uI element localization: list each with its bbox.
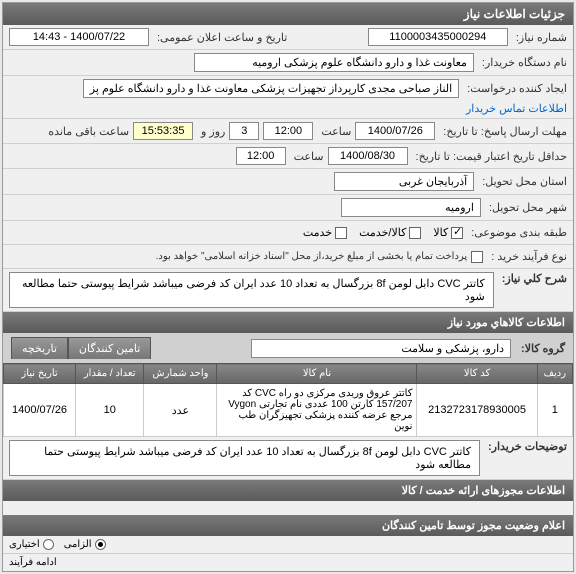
public-date-value: 1400/07/22 - 14:43 bbox=[9, 28, 149, 46]
checkbox-icon bbox=[409, 227, 421, 239]
opt-khadamat[interactable]: خدمت bbox=[303, 226, 347, 239]
radio-icon bbox=[95, 539, 106, 550]
row-options: الزامی اختیاری bbox=[3, 536, 573, 553]
remaining-label: ساعت باقی مانده bbox=[44, 125, 129, 138]
row-city: شهر محل تحویل: ارومیه bbox=[3, 195, 573, 221]
row-buyer: نام دستگاه خریدار: معاونت غذا و دارو دان… bbox=[3, 50, 573, 76]
row-process: نوع فرآیند خرید : پرداخت تمام یا بخشی از… bbox=[3, 245, 573, 269]
pack-label: طبقه بندی موضوعی: bbox=[467, 226, 567, 239]
creator-label: ایجاد کننده درخواست: bbox=[463, 82, 567, 95]
cell-date: 1400/07/26 bbox=[4, 384, 76, 437]
auth-header: اطلاعات مجوزهای ارائه خدمت / کالا bbox=[3, 480, 573, 501]
row-desc: شرح کلي نیاز: کاتتر CVC دابل لومن 8f بزر… bbox=[3, 269, 573, 312]
opt-service-label: کالا/خدمت bbox=[359, 226, 406, 239]
opt-kala-label: کالا bbox=[433, 226, 448, 239]
pack-options: کالا کالا/خدمت خدمت bbox=[303, 226, 463, 239]
buyer-label: نام دستگاه خریدار: bbox=[478, 56, 567, 69]
status-header: اعلام وضعیت مجوز توسط تامین کنندگان bbox=[3, 515, 573, 536]
row-req-no: شماره نیاز: 1100003435000294 تاریخ و ساع… bbox=[3, 25, 573, 50]
min-hour-label: ساعت bbox=[290, 150, 324, 163]
min-date: 1400/08/30 bbox=[328, 147, 408, 165]
province-value: آذربایجان غربی bbox=[334, 172, 474, 191]
th-date: تاریخ نیاز bbox=[4, 364, 76, 384]
req-no-label: شماره نیاز: bbox=[512, 31, 567, 44]
opt-optional[interactable]: اختیاری bbox=[9, 539, 54, 550]
buyer-value: معاونت غذا و دارو دانشگاه علوم پزشکی ارو… bbox=[194, 53, 474, 72]
items-table: رديف کد کالا نام کالا واحد شمارش تعداد /… bbox=[3, 363, 573, 437]
notes-label: توضیحات خریدار: bbox=[484, 440, 567, 453]
creator-value: الناز صباحی مجدی کارپرداز تجهیزات پزشکی … bbox=[83, 79, 459, 98]
optional-label: اختیاری bbox=[9, 539, 40, 550]
contact-link[interactable]: اطلاعات تماس خریدار bbox=[466, 102, 567, 115]
tab-history[interactable]: تاریخچه bbox=[11, 337, 68, 359]
remaining-value: 15:53:35 bbox=[133, 122, 193, 140]
table-row[interactable]: 1 2132723178930005 کاتتر عروق وریدی مرکز… bbox=[4, 384, 573, 437]
process-checkbox[interactable] bbox=[471, 251, 483, 263]
row-continue: ادامه فرآیند bbox=[3, 553, 573, 571]
th-code: کد کالا bbox=[417, 364, 537, 384]
checkbox-icon bbox=[335, 227, 347, 239]
public-date-label: تاریخ و ساعت اعلان عمومی: bbox=[153, 31, 287, 44]
radio-icon bbox=[43, 539, 54, 550]
cell-row: 1 bbox=[537, 384, 572, 437]
main-panel: جزئیات اطلاعات نیاز شماره نیاز: 11000034… bbox=[2, 2, 574, 572]
opt-service[interactable]: کالا/خدمت bbox=[359, 226, 421, 239]
tab-bar: تامین کنندگان تاریخچه bbox=[11, 337, 151, 359]
cell-qty: 10 bbox=[76, 384, 144, 437]
req-no-value: 1100003435000294 bbox=[368, 28, 508, 46]
row-province: استان محل تحویل: آذربایجان غربی bbox=[3, 169, 573, 195]
items-header: اطلاعات کالاهاي مورد نیاز bbox=[3, 312, 573, 333]
deadline-date: 1400/07/26 bbox=[355, 122, 435, 140]
opt-kala[interactable]: کالا bbox=[433, 226, 463, 239]
days-label: روز و bbox=[197, 125, 225, 138]
process-note: پرداخت تمام یا بخشی از مبلغ خرید،از محل … bbox=[152, 251, 468, 262]
tab-suppliers[interactable]: تامین کنندگان bbox=[68, 337, 151, 359]
desc-value: کاتتر CVC دابل لومن 8f بزرگسال به تعداد … bbox=[9, 272, 494, 308]
continue-label: ادامه فرآیند bbox=[9, 557, 57, 568]
cell-code: 2132723178930005 bbox=[417, 384, 537, 437]
deadline-hour-label: ساعت bbox=[317, 125, 351, 138]
row-deadline: مهلت ارسال پاسخ: تا تاریخ: 1400/07/26 سا… bbox=[3, 119, 573, 144]
row-pack: طبقه بندی موضوعی: کالا کالا/خدمت خدمت bbox=[3, 221, 573, 245]
th-name: نام کالا bbox=[217, 364, 417, 384]
process-label: نوع فرآیند خرید : bbox=[487, 250, 567, 263]
deadline-label: مهلت ارسال پاسخ: تا تاریخ: bbox=[439, 125, 567, 138]
min-date-label: حداقل تاریخ اعتبار قیمت: تا تاریخ: bbox=[412, 150, 567, 163]
checkbox-icon bbox=[451, 227, 463, 239]
desc-label: شرح کلي نیاز: bbox=[498, 272, 567, 285]
panel-title: جزئیات اطلاعات نیاز bbox=[3, 3, 573, 25]
opt-khadamat-label: خدمت bbox=[303, 226, 332, 239]
th-unit: واحد شمارش bbox=[144, 364, 217, 384]
row-min-date: حداقل تاریخ اعتبار قیمت: تا تاریخ: 1400/… bbox=[3, 144, 573, 169]
cell-unit: عدد bbox=[144, 384, 217, 437]
row-creator: ایجاد کننده درخواست: الناز صباحی مجدی کا… bbox=[3, 76, 573, 119]
cell-name: کاتتر عروق وریدی مرکزی دو راه CVC کد 157… bbox=[217, 384, 417, 437]
city-value: ارومیه bbox=[341, 198, 481, 217]
row-group: گروه کالا: دارو، پزشکی و سلامت تامین کنن… bbox=[3, 333, 573, 363]
days-value: 3 bbox=[229, 122, 259, 140]
th-row: رديف bbox=[537, 364, 572, 384]
deadline-hour: 12:00 bbox=[263, 122, 313, 140]
notes-value: کاتتر CVC دابل لومن 8f بزرگسال به تعداد … bbox=[9, 440, 480, 476]
th-qty: تعداد / مقدار bbox=[76, 364, 144, 384]
row-notes: توضیحات خریدار: کاتتر CVC دابل لومن 8f ب… bbox=[3, 437, 573, 480]
mandatory-label: الزامی bbox=[64, 539, 92, 550]
province-label: استان محل تحویل: bbox=[478, 175, 567, 188]
city-label: شهر محل تحویل: bbox=[485, 201, 567, 214]
group-value: دارو، پزشکی و سلامت bbox=[251, 339, 511, 358]
group-label: گروه کالا: bbox=[517, 342, 565, 355]
min-hour: 12:00 bbox=[236, 147, 286, 165]
opt-mandatory[interactable]: الزامی bbox=[64, 539, 106, 550]
